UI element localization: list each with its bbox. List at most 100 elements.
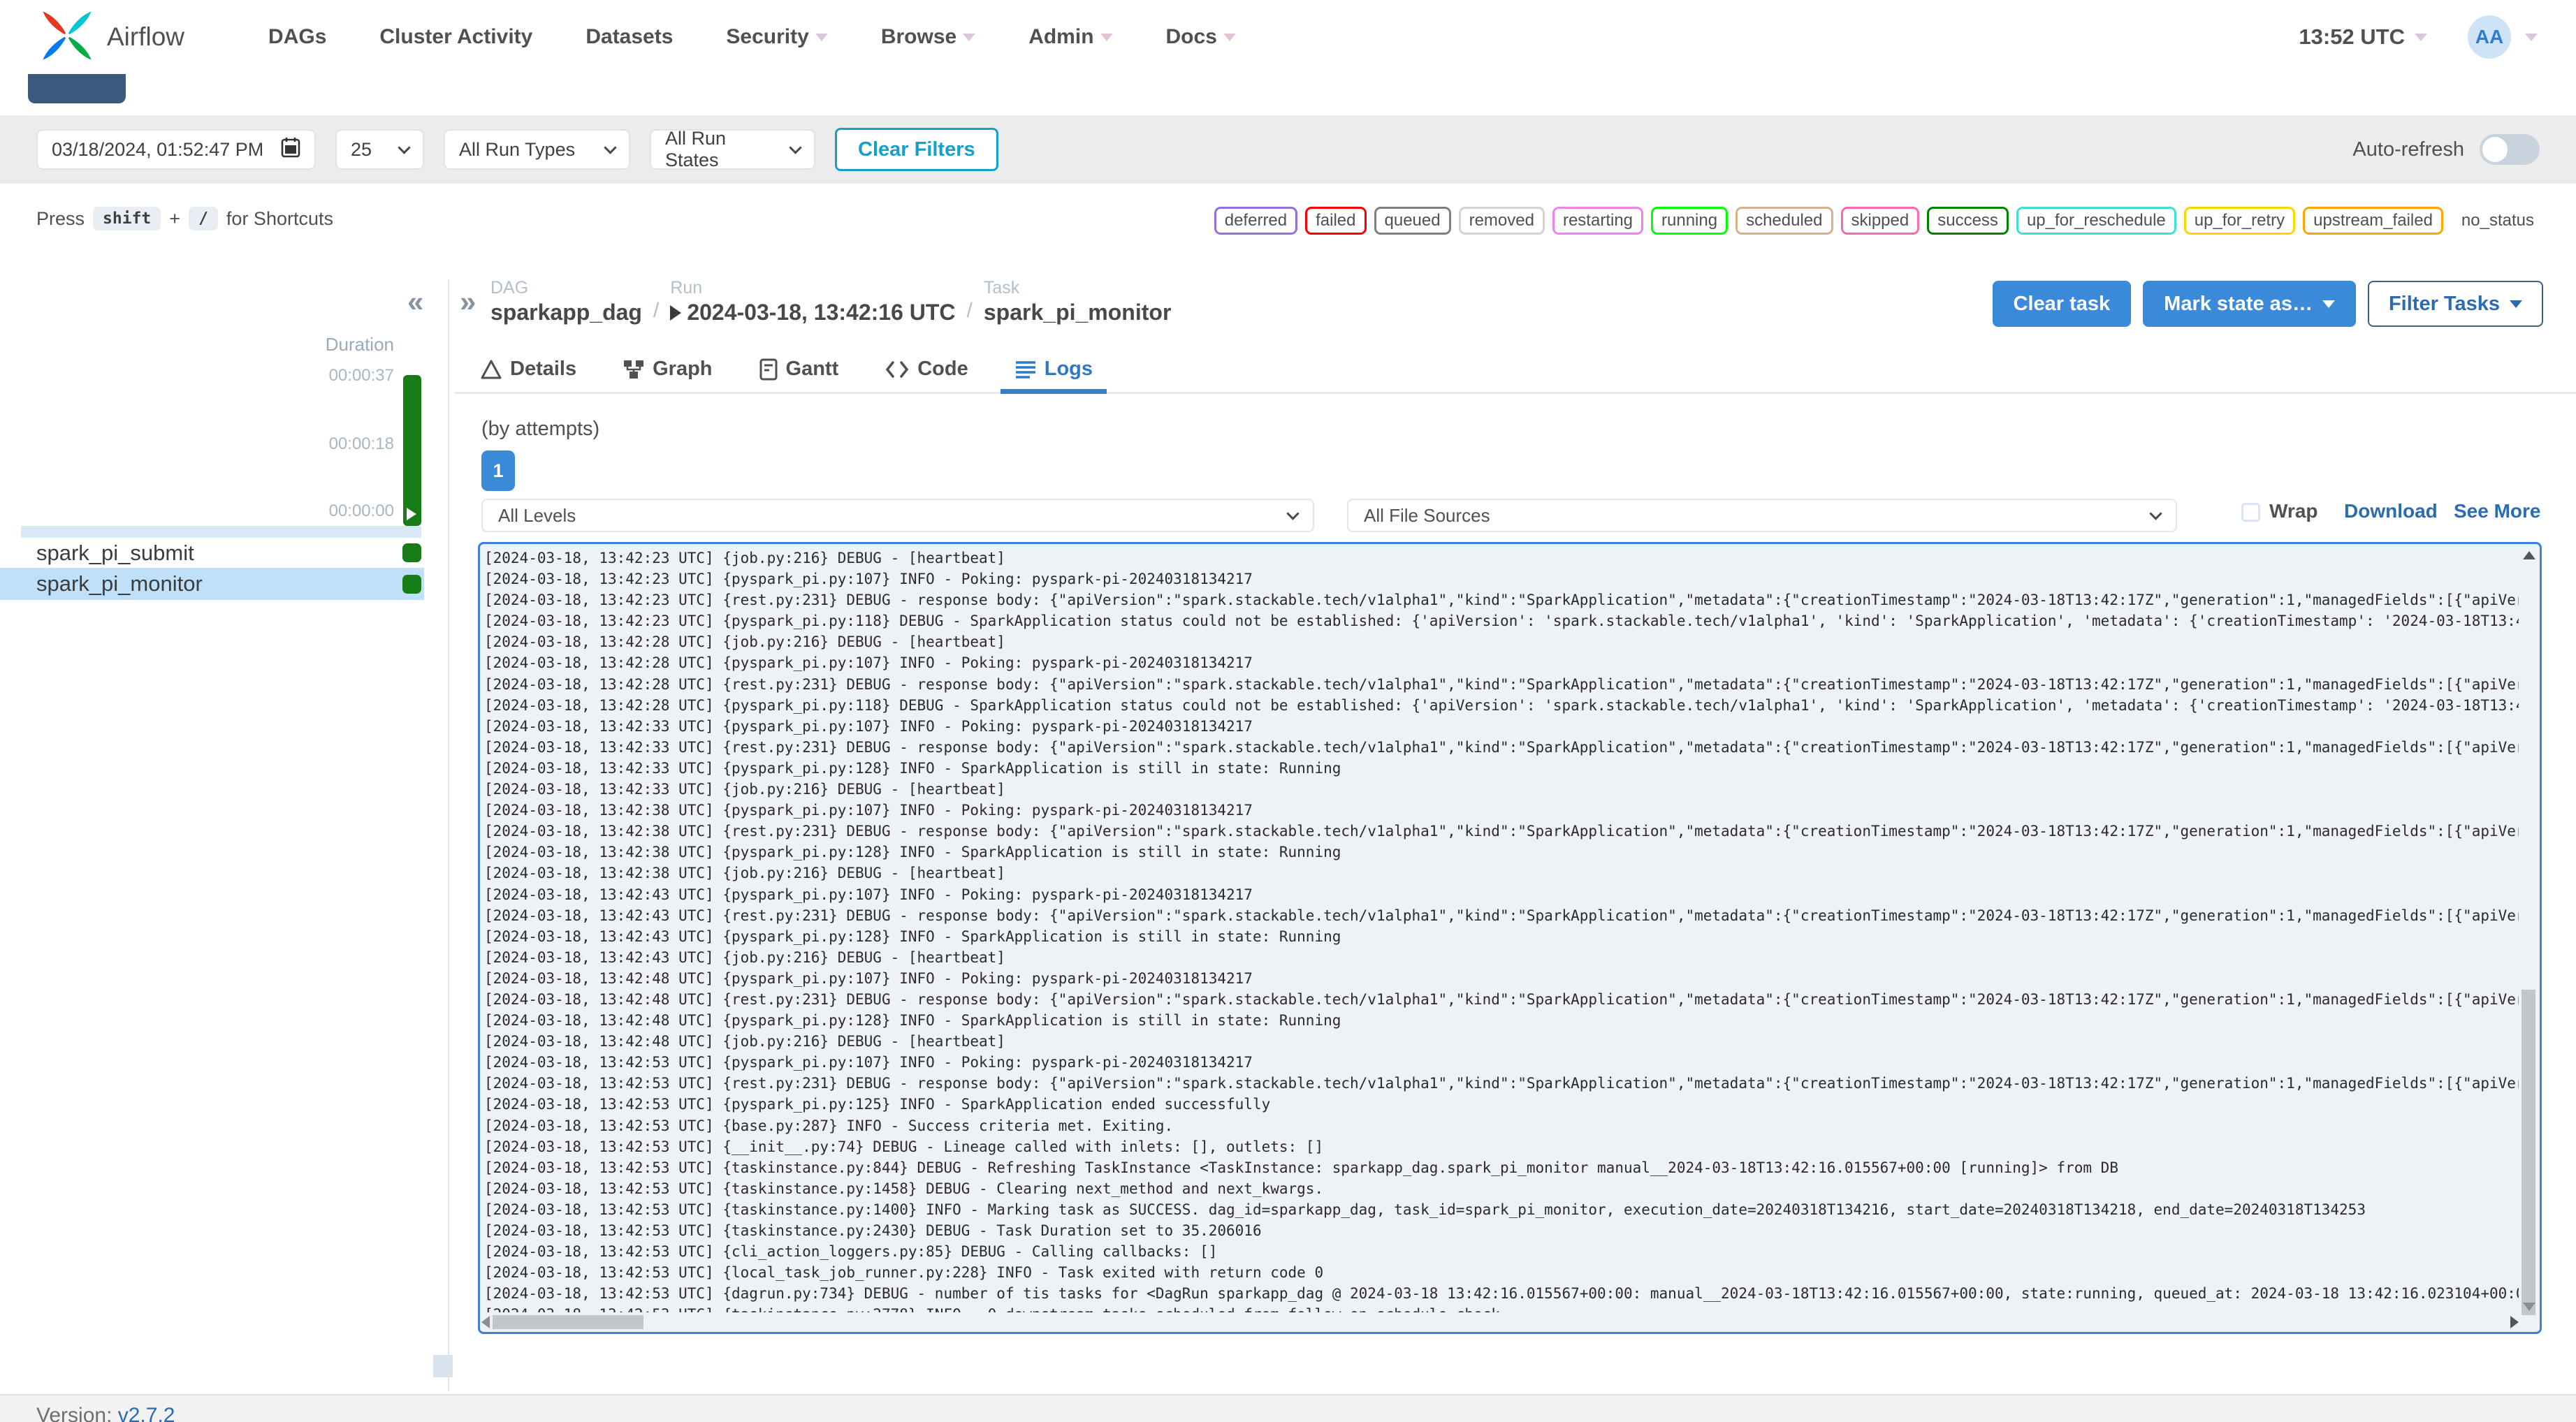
log-level-select[interactable]: All Levels bbox=[481, 499, 1314, 532]
dag-link[interactable]: sparkapp_dag bbox=[490, 300, 642, 325]
avatar-caret-icon[interactable] bbox=[2525, 33, 2538, 41]
tab-label: Logs bbox=[1044, 358, 1093, 380]
horizontal-scrollbar[interactable] bbox=[481, 1314, 2519, 1331]
auto-refresh-label: Auto-refresh bbox=[2352, 138, 2464, 161]
run-states-value: All Run States bbox=[665, 128, 727, 170]
status-badge-removed[interactable]: removed bbox=[1458, 207, 1545, 235]
dag-label: DAG bbox=[490, 278, 529, 298]
gantt-icon bbox=[759, 358, 778, 381]
nav-item-security[interactable]: Security bbox=[726, 25, 828, 49]
expand-panel-button[interactable]: » bbox=[460, 285, 476, 318]
caret-down-icon bbox=[2510, 300, 2522, 308]
calendar-icon[interactable] bbox=[281, 137, 300, 163]
wrap-label: Wrap bbox=[2269, 500, 2318, 522]
wrap-checkbox[interactable] bbox=[2241, 503, 2260, 522]
status-badge-deferred[interactable]: deferred bbox=[1214, 207, 1298, 235]
caret-down-icon bbox=[815, 33, 828, 41]
run-filter-bar: 03/18/2024, 01:52:47 PM 25 All Run Types… bbox=[0, 115, 2576, 184]
run-states-select[interactable]: All Run States bbox=[650, 128, 815, 170]
task-state-square[interactable] bbox=[402, 574, 421, 594]
scroll-up-arrow-icon[interactable] bbox=[2523, 551, 2535, 559]
footer: Version: v2.7.2 bbox=[0, 1394, 2576, 1422]
utc-clock[interactable]: 13:52 UTC bbox=[2299, 24, 2405, 50]
task-row-spark-pi-submit[interactable]: spark_pi_submit bbox=[0, 538, 424, 568]
horizontal-scrollbar-thumb[interactable] bbox=[493, 1315, 643, 1329]
status-badge-skipped[interactable]: skipped bbox=[1840, 207, 1920, 235]
task-link[interactable]: spark_pi_monitor bbox=[984, 300, 1172, 325]
nav-item-label: Security bbox=[726, 25, 809, 48]
task-state-square[interactable] bbox=[402, 543, 421, 562]
version-link[interactable]: v2.7.2 bbox=[118, 1404, 175, 1422]
status-badge-up-for-reschedule[interactable]: up_for_reschedule bbox=[2016, 207, 2176, 235]
auto-refresh-toggle[interactable] bbox=[2480, 134, 2540, 165]
by-attempts-label: (by attempts) bbox=[481, 418, 600, 440]
clear-task-button[interactable]: Clear task bbox=[1992, 281, 2132, 327]
status-badge-up-for-retry[interactable]: up_for_retry bbox=[2183, 207, 2296, 235]
tab-label: Gantt bbox=[785, 358, 839, 380]
log-line: [2024-03-18, 13:42:33 UTC] {job.py:216} … bbox=[484, 781, 1005, 798]
nav-menu: DAGs Cluster Activity Datasets Security Brow… bbox=[268, 25, 1236, 49]
chevron-down-icon bbox=[2149, 506, 2162, 520]
duration-tick: 00:00:00 bbox=[328, 501, 394, 520]
vertical-scrollbar[interactable] bbox=[2520, 545, 2538, 1315]
collapse-sidebar-button[interactable]: « bbox=[407, 285, 423, 318]
task-row-spark-pi-monitor[interactable]: spark_pi_monitor bbox=[0, 568, 424, 600]
status-badge-restarting[interactable]: restarting bbox=[1552, 207, 1644, 235]
filter-tasks-button[interactable]: Filter Tasks bbox=[2367, 281, 2543, 327]
tab-graph[interactable]: Graph bbox=[623, 346, 713, 392]
mark-state-button[interactable]: Mark state as… bbox=[2143, 281, 2356, 327]
logs-icon bbox=[1014, 360, 1037, 379]
scroll-left-arrow-icon[interactable] bbox=[481, 1316, 490, 1328]
log-line: [2024-03-18, 13:42:53 UTC] {base.py:287}… bbox=[484, 1117, 1174, 1134]
log-level-value: All Levels bbox=[498, 504, 576, 526]
page-size-value: 25 bbox=[351, 138, 372, 160]
log-source-select[interactable]: All File Sources bbox=[1347, 499, 2177, 532]
status-badge-scheduled[interactable]: scheduled bbox=[1735, 207, 1833, 235]
log-line: [2024-03-18, 13:42:23 UTC] {pyspark_pi.p… bbox=[484, 613, 2519, 630]
page-size-select[interactable]: 25 bbox=[335, 129, 424, 170]
log-output-pane[interactable]: [2024-03-18, 13:42:23 UTC] {job.py:216} … bbox=[478, 542, 2542, 1334]
task-action-buttons: Clear task Mark state as… Filter Tasks bbox=[1992, 281, 2543, 327]
log-line: [2024-03-18, 13:42:48 UTC] {pyspark_pi.p… bbox=[484, 1012, 1341, 1029]
attempt-1-button[interactable]: 1 bbox=[481, 450, 515, 491]
log-lines: [2024-03-18, 13:42:23 UTC] {job.py:216} … bbox=[484, 548, 2519, 1312]
nav-item-docs[interactable]: Docs bbox=[1166, 25, 1236, 49]
log-line: [2024-03-18, 13:42:28 UTC] {pyspark_pi.p… bbox=[484, 696, 2519, 714]
avatar[interactable]: AA bbox=[2468, 15, 2511, 59]
run-duration-bar[interactable] bbox=[403, 375, 421, 526]
log-line: [2024-03-18, 13:42:53 UTC] {taskinstance… bbox=[484, 1201, 2366, 1218]
run-link[interactable]: 2024-03-18, 13:42:16 UTC bbox=[670, 300, 956, 325]
shortcuts-suffix: for Shortcuts bbox=[226, 207, 333, 229]
nav-item-browse[interactable]: Browse bbox=[881, 25, 976, 49]
tab-gantt[interactable]: Gantt bbox=[759, 346, 839, 392]
run-label: Run bbox=[670, 278, 703, 298]
nav-item-datasets[interactable]: Datasets bbox=[585, 25, 673, 49]
status-badge-upstream-failed[interactable]: upstream_failed bbox=[2303, 207, 2443, 235]
log-line: [2024-03-18, 13:42:43 UTC] {pyspark_pi.p… bbox=[484, 886, 1253, 903]
filter-tasks-label: Filter Tasks bbox=[2388, 292, 2500, 315]
log-line: [2024-03-18, 13:42:28 UTC] {job.py:216} … bbox=[484, 633, 1005, 651]
caret-down-icon bbox=[2322, 300, 2335, 308]
nav-item-cluster-activity[interactable]: Cluster Activity bbox=[379, 25, 532, 49]
tab-logs[interactable]: Logs bbox=[1000, 346, 1107, 394]
tab-code[interactable]: Code bbox=[885, 346, 968, 392]
clock-caret-icon[interactable] bbox=[2415, 33, 2427, 41]
log-line: [2024-03-18, 13:42:53 UTC] {__init__.py:… bbox=[484, 1138, 1324, 1155]
nav-item-admin[interactable]: Admin bbox=[1028, 25, 1113, 49]
status-badge-running[interactable]: running bbox=[1651, 207, 1729, 235]
download-link[interactable]: Download bbox=[2344, 500, 2438, 522]
scroll-right-arrow-icon[interactable] bbox=[2510, 1316, 2519, 1328]
tab-details[interactable]: Details bbox=[480, 346, 576, 392]
scroll-down-arrow-icon[interactable] bbox=[2523, 1303, 2535, 1311]
run-types-select[interactable]: All Run Types bbox=[444, 129, 630, 170]
nav-item-dags[interactable]: DAGs bbox=[268, 25, 326, 49]
status-badge-success[interactable]: success bbox=[1927, 207, 2009, 235]
clear-filters-button[interactable]: Clear Filters bbox=[835, 128, 998, 171]
vertical-scrollbar-thumb[interactable] bbox=[2522, 990, 2535, 1315]
sidebar-scrollbar-thumb[interactable] bbox=[433, 1355, 453, 1377]
see-more-link[interactable]: See More bbox=[2454, 500, 2541, 522]
status-badge-queued[interactable]: queued bbox=[1374, 207, 1451, 235]
status-badge-failed[interactable]: failed bbox=[1305, 207, 1367, 235]
base-date-input[interactable]: 03/18/2024, 01:52:47 PM bbox=[36, 129, 316, 170]
chevron-down-icon bbox=[1286, 506, 1300, 520]
